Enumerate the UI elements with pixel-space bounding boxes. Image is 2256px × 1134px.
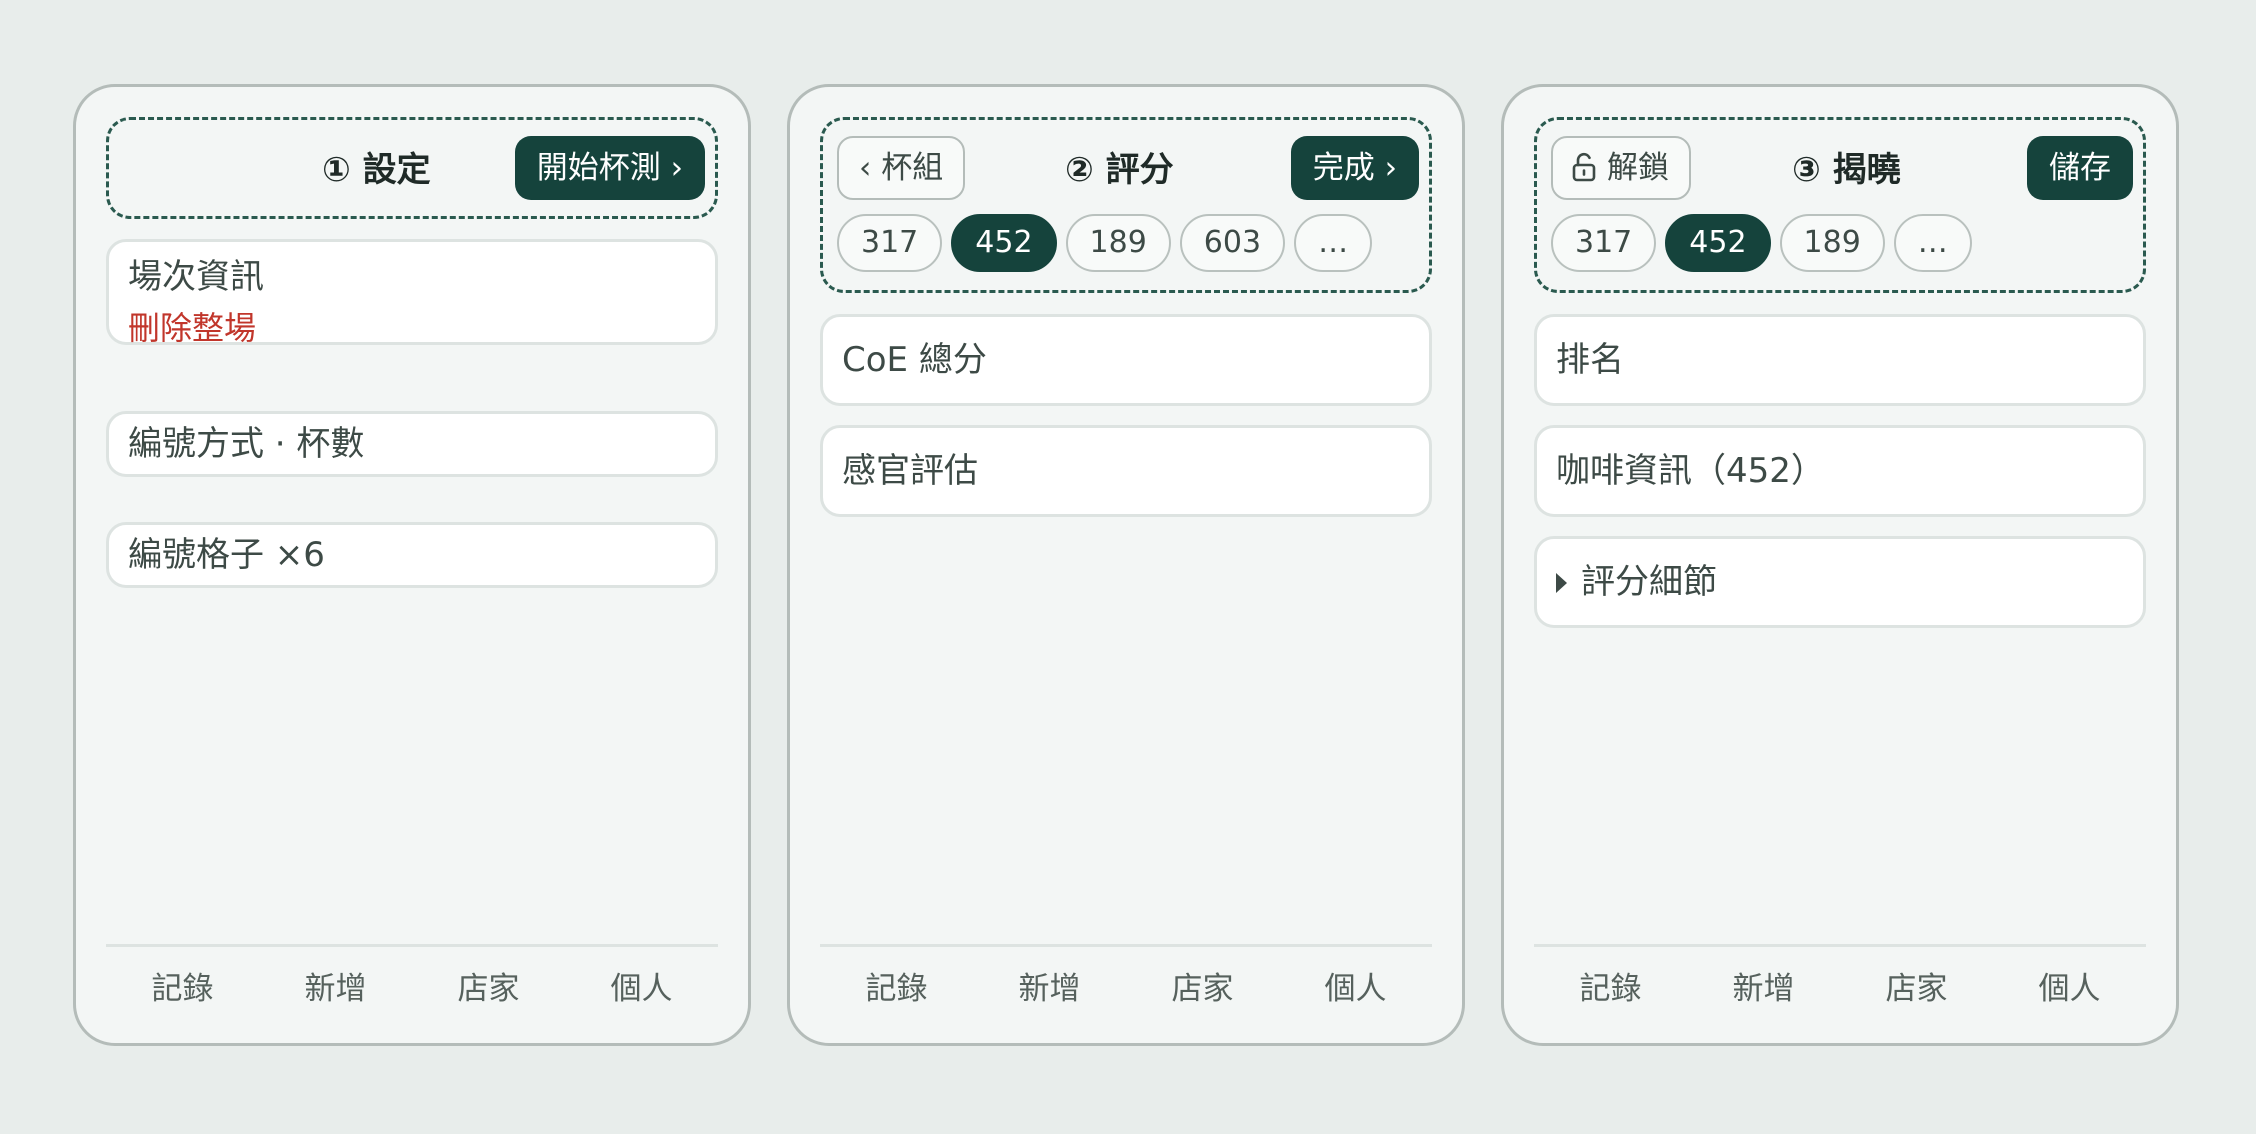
tab-bar: 記錄 新增 店家 個人: [106, 944, 718, 1043]
disclosure-triangle-icon: [1556, 573, 1567, 593]
tab-bar: 記錄 新增 店家 個人: [820, 944, 1432, 1043]
cup-chip-active[interactable]: 452: [951, 214, 1057, 272]
unlock-label: 解鎖: [1607, 150, 1669, 186]
done-button[interactable]: 完成 ›: [1290, 136, 1419, 200]
tab-add[interactable]: 新增: [1687, 947, 1840, 1043]
tab-add[interactable]: 新增: [973, 947, 1126, 1043]
tab-profile[interactable]: 個人: [1279, 947, 1432, 1043]
tab-shops[interactable]: 店家: [412, 947, 565, 1043]
tab-records[interactable]: 記錄: [820, 947, 973, 1043]
tab-bar: 記錄 新增 店家 個人: [1534, 944, 2146, 1043]
tab-records[interactable]: 記錄: [106, 947, 259, 1043]
numbering-method-label: 編號方式 · 杯數: [128, 424, 365, 464]
coffee-info-label: 咖啡資訊（452）: [1556, 451, 1825, 491]
number-grid-label: 編號格子 ×6: [128, 535, 325, 575]
cup-chip-row: 317 452 189 …: [1551, 214, 1972, 272]
screen-reveal: 解鎖 ③ 揭曉 儲存 317 452 189 … 排名 咖啡資訊（452） 評分…: [1501, 84, 2179, 1046]
screen-scoring: ‹ 杯組 ② 評分 完成 › 317 452 189 603 … CoE 總分 …: [787, 84, 1465, 1046]
page-title: ① 設定: [322, 150, 431, 190]
score-details-label: 評分細節: [1581, 562, 1717, 602]
coe-total-card[interactable]: CoE 總分: [820, 314, 1432, 406]
ranking-label: 排名: [1556, 340, 1624, 380]
delete-session-link[interactable]: 刪除整場: [128, 308, 696, 348]
cup-chip[interactable]: 317: [1551, 214, 1657, 272]
unlock-icon: [1572, 152, 1596, 182]
tab-records[interactable]: 記錄: [1534, 947, 1687, 1043]
more-cups-chip[interactable]: …: [1294, 214, 1373, 272]
tab-profile[interactable]: 個人: [1993, 947, 2146, 1043]
setup-header: ① 設定 開始杯測 ›: [106, 117, 718, 219]
reveal-header: 解鎖 ③ 揭曉 儲存 317 452 189 …: [1534, 117, 2146, 293]
score-details-card[interactable]: 評分細節: [1534, 536, 2146, 628]
cup-chip[interactable]: 189: [1065, 214, 1171, 272]
tab-add[interactable]: 新增: [259, 947, 412, 1043]
tab-shops[interactable]: 店家: [1126, 947, 1279, 1043]
page-title: ② 評分: [1065, 150, 1174, 190]
coe-total-label: CoE 總分: [842, 340, 987, 380]
back-to-cup-set-button[interactable]: ‹ 杯組: [837, 136, 966, 200]
cup-chip[interactable]: 317: [837, 214, 943, 272]
tab-profile[interactable]: 個人: [565, 947, 718, 1043]
number-grid-card[interactable]: 編號格子 ×6: [106, 522, 718, 588]
cup-chip-active[interactable]: 452: [1665, 214, 1771, 272]
coffee-info-card[interactable]: 咖啡資訊（452）: [1534, 425, 2146, 517]
score-details-row[interactable]: 評分細節: [1556, 539, 2124, 627]
cup-chip-row: 317 452 189 603 …: [837, 214, 1373, 272]
scoring-header: ‹ 杯組 ② 評分 完成 › 317 452 189 603 …: [820, 117, 1432, 293]
session-info-label: 場次資訊: [128, 257, 264, 297]
tab-shops[interactable]: 店家: [1840, 947, 1993, 1043]
sensory-evaluation-card[interactable]: 感官評估: [820, 425, 1432, 517]
cup-chip[interactable]: 603: [1179, 214, 1286, 272]
session-info-card[interactable]: 場次資訊 刪除整場: [106, 239, 718, 348]
sensory-evaluation-label: 感官評估: [842, 451, 978, 491]
numbering-method-card[interactable]: 編號方式 · 杯數: [106, 411, 718, 477]
unlock-button[interactable]: 解鎖: [1551, 136, 1691, 200]
page-title: ③ 揭曉: [1792, 150, 1901, 190]
screen-setup: ① 設定 開始杯測 › 場次資訊 刪除整場 編號方式 · 杯數 編號格子 ×6 …: [73, 84, 751, 1046]
start-cupping-button[interactable]: 開始杯測 ›: [514, 136, 705, 200]
ranking-card[interactable]: 排名: [1534, 314, 2146, 406]
cup-chip[interactable]: 189: [1779, 214, 1885, 272]
save-button[interactable]: 儲存: [2027, 136, 2133, 200]
more-cups-chip[interactable]: …: [1893, 214, 1972, 272]
